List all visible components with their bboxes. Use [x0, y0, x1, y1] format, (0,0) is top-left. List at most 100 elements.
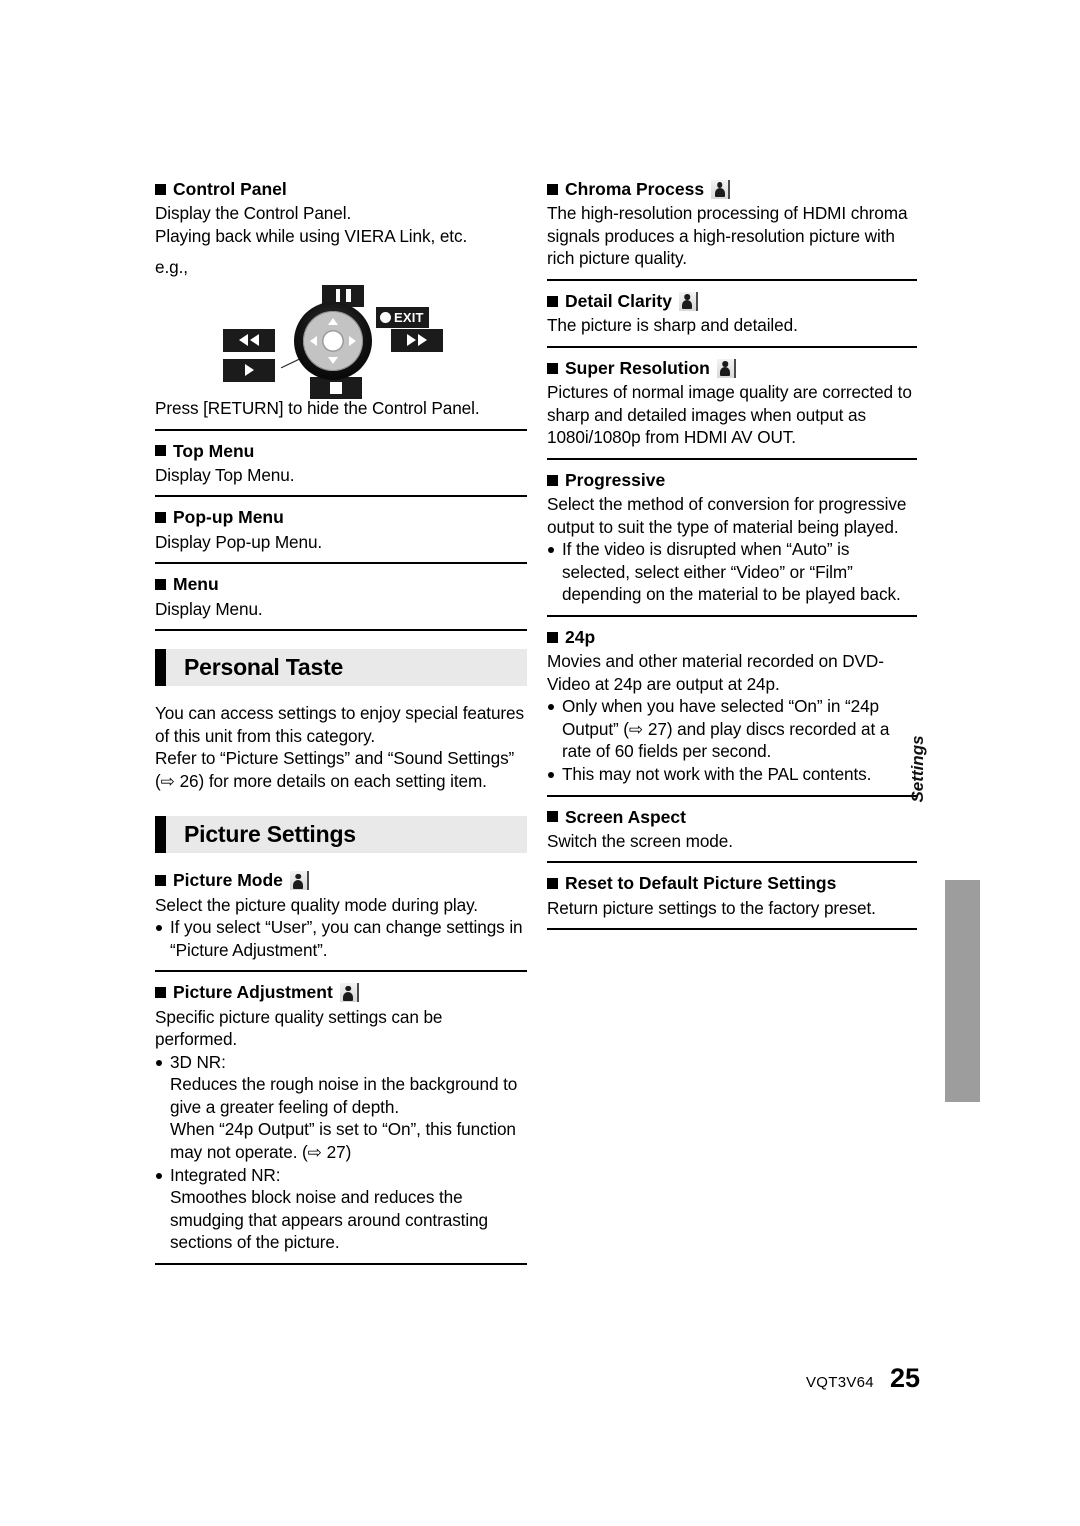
- heading-label: Detail Clarity: [565, 290, 672, 311]
- divider: [155, 495, 527, 498]
- diagram-rewind-button: [223, 328, 275, 352]
- section-heading-picture-adjustment: Picture Adjustment: [155, 981, 527, 1003]
- dial-enter-button: [323, 331, 343, 351]
- section-heading-super-resolution: Super Resolution: [547, 357, 917, 379]
- person-icon: [716, 358, 736, 378]
- side-tab-bar: [945, 880, 980, 1102]
- popup-menu-body: Display Pop-up Menu.: [155, 531, 323, 552]
- chroma-process-body: The high-resolution processing of HDMI c…: [547, 203, 908, 269]
- section-heading-control-panel: Control Panel: [155, 178, 527, 200]
- item-line: Smoothes block noise and reduces the: [170, 1187, 463, 1208]
- bullet-square-icon: [155, 445, 166, 457]
- banner-label: Personal Taste: [184, 654, 344, 681]
- menu-body: Display Menu.: [155, 598, 263, 619]
- divider: [547, 457, 917, 460]
- section-heading-menu: Menu: [155, 573, 527, 595]
- heading-label: Menu: [173, 574, 219, 595]
- control-panel-diagram: EXIT: [155, 284, 527, 399]
- item-line: sections of the picture.: [170, 1232, 340, 1253]
- section-heading-picture-mode: Picture Mode: [155, 869, 527, 891]
- bullet-square-icon: [155, 875, 166, 887]
- diagram-fast-forward-button: [391, 328, 443, 352]
- heading-label: Progressive: [565, 469, 666, 490]
- exit-label: EXIT: [394, 309, 424, 325]
- section-heading-top-menu: Top Menu: [155, 440, 527, 462]
- divider: [547, 345, 917, 348]
- section-heading-screen-aspect: Screen Aspect: [547, 806, 917, 828]
- personal-taste-para2-line1: Refer to “Picture Settings” and “Sound S…: [155, 748, 515, 769]
- stop-icon: [330, 381, 342, 394]
- super-resolution-body: Pictures of normal image quality are cor…: [547, 382, 912, 448]
- divider: [547, 794, 917, 797]
- dial-right-arrow-icon: [349, 335, 356, 346]
- dial-left-arrow-icon: [310, 335, 317, 346]
- list-item: If the video is disrupted when “Auto” is…: [547, 538, 917, 606]
- page-number: 25: [889, 1363, 920, 1393]
- heading-label: Screen Aspect: [565, 806, 686, 827]
- side-tab-label-wrapper: Settings: [900, 658, 935, 880]
- bullet-square-icon: [547, 183, 558, 195]
- divider: [547, 278, 917, 281]
- item-line: When “24p Output” is set to “On”, this f…: [170, 1119, 516, 1140]
- list-item: If you select “User”, you can change set…: [155, 916, 527, 961]
- divider: [155, 562, 527, 565]
- bullet-square-icon: [547, 811, 558, 823]
- list-item: This may not work with the PAL contents.: [547, 763, 917, 786]
- section-heading-reset-defaults: Reset to Default Picture Settings: [547, 872, 917, 894]
- list-item: Integrated NR:: [155, 1164, 527, 1187]
- manual-page: Control Panel Display the Control Panel.…: [0, 0, 1080, 1526]
- section-heading-chroma-process: Chroma Process: [547, 178, 917, 200]
- personal-taste-para1-line1: You can access settings to enjoy special…: [155, 703, 524, 724]
- control-panel-line2: Playing back while using VIERA Link, etc…: [155, 225, 468, 246]
- divider: [155, 629, 527, 632]
- picture-adjustment-body: Specific picture quality settings can be…: [155, 1006, 443, 1050]
- item-line: Reduces the rough noise in the backgroun…: [170, 1074, 518, 1095]
- divider: [547, 614, 917, 617]
- item-integratednr-lines: Smoothes block noise and reduces the smu…: [155, 1186, 527, 1254]
- personal-taste-para2-line2: (⇨ 26) for more details on each setting …: [155, 770, 487, 791]
- picture-mode-bullets: If you select “User”, you can change set…: [155, 916, 527, 961]
- banner-tab-mark: [155, 816, 166, 854]
- p24-bullets: Only when you have selected “On” in “24p…: [547, 695, 917, 785]
- control-panel-line1: Display the Control Panel.: [155, 203, 352, 224]
- heading-label: Control Panel: [173, 179, 287, 199]
- item-line: smudging that appears around contrasting: [170, 1209, 488, 1230]
- divider: [155, 1262, 527, 1265]
- banner-label: Picture Settings: [184, 821, 356, 848]
- bullet-square-icon: [547, 362, 558, 374]
- progressive-body: Select the method of conversion for prog…: [547, 494, 907, 537]
- direction-dial: [294, 301, 372, 380]
- pause-icon: [334, 289, 353, 303]
- heading-label: Picture Mode: [173, 870, 283, 891]
- person-icon: [339, 983, 359, 1003]
- play-icon: [244, 364, 254, 377]
- side-tab-label: Settings: [908, 735, 927, 803]
- bullet-square-icon: [155, 512, 166, 524]
- reset-defaults-body: Return picture settings to the factory p…: [547, 897, 876, 918]
- list-item: Only when you have selected “On” in “24p…: [547, 695, 917, 763]
- personal-taste-para1-line2: of this unit from this category.: [155, 725, 376, 746]
- heading-label: Super Resolution: [565, 357, 710, 378]
- document-code: VQT3V64: [805, 1374, 874, 1391]
- person-icon: [711, 179, 731, 199]
- diagram-stop-button: [310, 376, 362, 399]
- item-line: give a greater feeling of depth.: [170, 1096, 399, 1117]
- right-column: Chroma Process The high-resolution proce…: [547, 178, 917, 939]
- heading-label: 24p: [565, 626, 596, 647]
- divider: [547, 928, 917, 931]
- item-label: 3D NR:: [170, 1051, 226, 1072]
- rewind-icon: [239, 334, 259, 347]
- bullet-square-icon: [547, 474, 558, 486]
- eg-label: e.g.,: [155, 257, 188, 278]
- divider: [547, 861, 917, 864]
- item-line: may not operate. (⇨ 27): [170, 1141, 352, 1162]
- screen-aspect-body: Switch the screen mode.: [547, 830, 733, 851]
- person-icon: [678, 291, 698, 311]
- progressive-bullets: If the video is disrupted when “Auto” is…: [547, 538, 917, 606]
- bullet-square-icon: [547, 631, 558, 643]
- section-heading-popup-menu: Pop-up Menu: [155, 506, 527, 528]
- control-panel-caption: Press [RETURN] to hide the Control Panel…: [155, 397, 480, 418]
- top-menu-body: Display Top Menu.: [155, 464, 295, 485]
- bullet-square-icon: [547, 878, 558, 890]
- bullet-square-icon: [155, 987, 166, 999]
